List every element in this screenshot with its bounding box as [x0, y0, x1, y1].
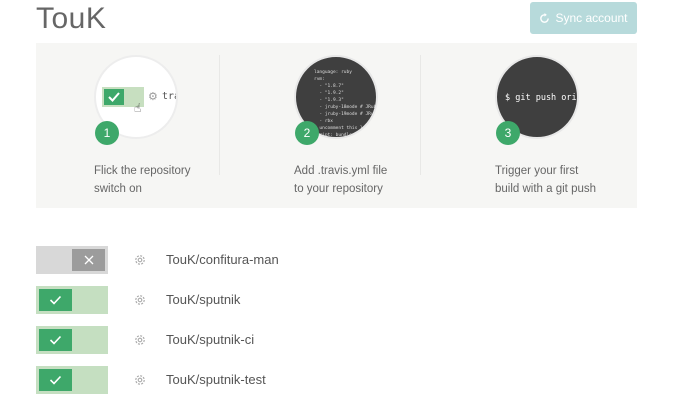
- gear-icon[interactable]: [133, 333, 147, 347]
- repository-list: TouK/confitura-man TouK/sputnik TouK/spu…: [36, 246, 637, 400]
- repository-row: TouK/sputnik-test: [36, 366, 637, 400]
- repository-row: TouK/sputnik: [36, 286, 637, 326]
- git-push-command: $ git push origin: [505, 93, 577, 103]
- page-title: TouK: [36, 2, 107, 35]
- toggle-knob: [39, 369, 72, 391]
- repository-row: TouK/confitura-man: [36, 246, 637, 286]
- sync-icon: [540, 12, 550, 23]
- check-icon: [49, 375, 62, 385]
- sync-account-button[interactable]: Sync account: [530, 2, 637, 34]
- gear-icon[interactable]: [133, 253, 147, 267]
- repository-name[interactable]: TouK/confitura-man: [166, 252, 279, 267]
- repository-toggle[interactable]: [36, 366, 108, 394]
- check-icon: [104, 89, 124, 105]
- check-icon: [49, 335, 62, 345]
- travis-yml-code: language: ruby rvm: - "1.8.7" - "1.9.2" …: [314, 70, 378, 138]
- repository-toggle[interactable]: [36, 246, 108, 274]
- step-number: 3: [496, 121, 520, 145]
- repository-toggle[interactable]: [36, 326, 108, 354]
- repository-toggle[interactable]: [36, 286, 108, 314]
- repository-name[interactable]: TouK/sputnik-test: [166, 372, 266, 387]
- step-description-line: to your repository: [294, 183, 383, 195]
- toggle-knob: [39, 329, 72, 351]
- hand-cursor-icon: ☝: [134, 101, 142, 115]
- repository-row: TouK/sputnik-ci: [36, 326, 637, 366]
- step-number: 2: [295, 121, 319, 145]
- step-description: Trigger your first build with a git push: [495, 162, 645, 198]
- gear-icon[interactable]: [133, 293, 147, 307]
- gear-icon: ⚙: [148, 91, 158, 103]
- step-divider: [420, 55, 421, 175]
- gear-icon[interactable]: [133, 373, 147, 387]
- close-icon: [84, 255, 93, 265]
- step-description: Add .travis.yml file to your repository: [294, 162, 444, 198]
- step-description-line: switch on: [94, 183, 142, 195]
- step-description-line: Trigger your first: [495, 165, 579, 177]
- step-description: Flick the repository switch on: [94, 162, 244, 198]
- repository-name[interactable]: TouK/sputnik: [166, 292, 240, 307]
- step-description-line: Add .travis.yml file: [294, 165, 388, 177]
- toggle-knob: [39, 289, 72, 311]
- getting-started-panel: ⚙ tra ☝ 1 Flick the repository switch on…: [36, 43, 637, 208]
- step-divider: [219, 55, 220, 175]
- step-description-line: Flick the repository: [94, 165, 191, 177]
- step-number: 1: [95, 121, 119, 145]
- step-description-line: build with a git push: [495, 183, 597, 195]
- toggle-knob: [72, 249, 105, 271]
- check-icon: [49, 295, 62, 305]
- preview-repo-text: tra: [162, 91, 176, 102]
- repository-name[interactable]: TouK/sputnik-ci: [166, 332, 254, 347]
- sync-button-label: Sync account: [555, 11, 628, 25]
